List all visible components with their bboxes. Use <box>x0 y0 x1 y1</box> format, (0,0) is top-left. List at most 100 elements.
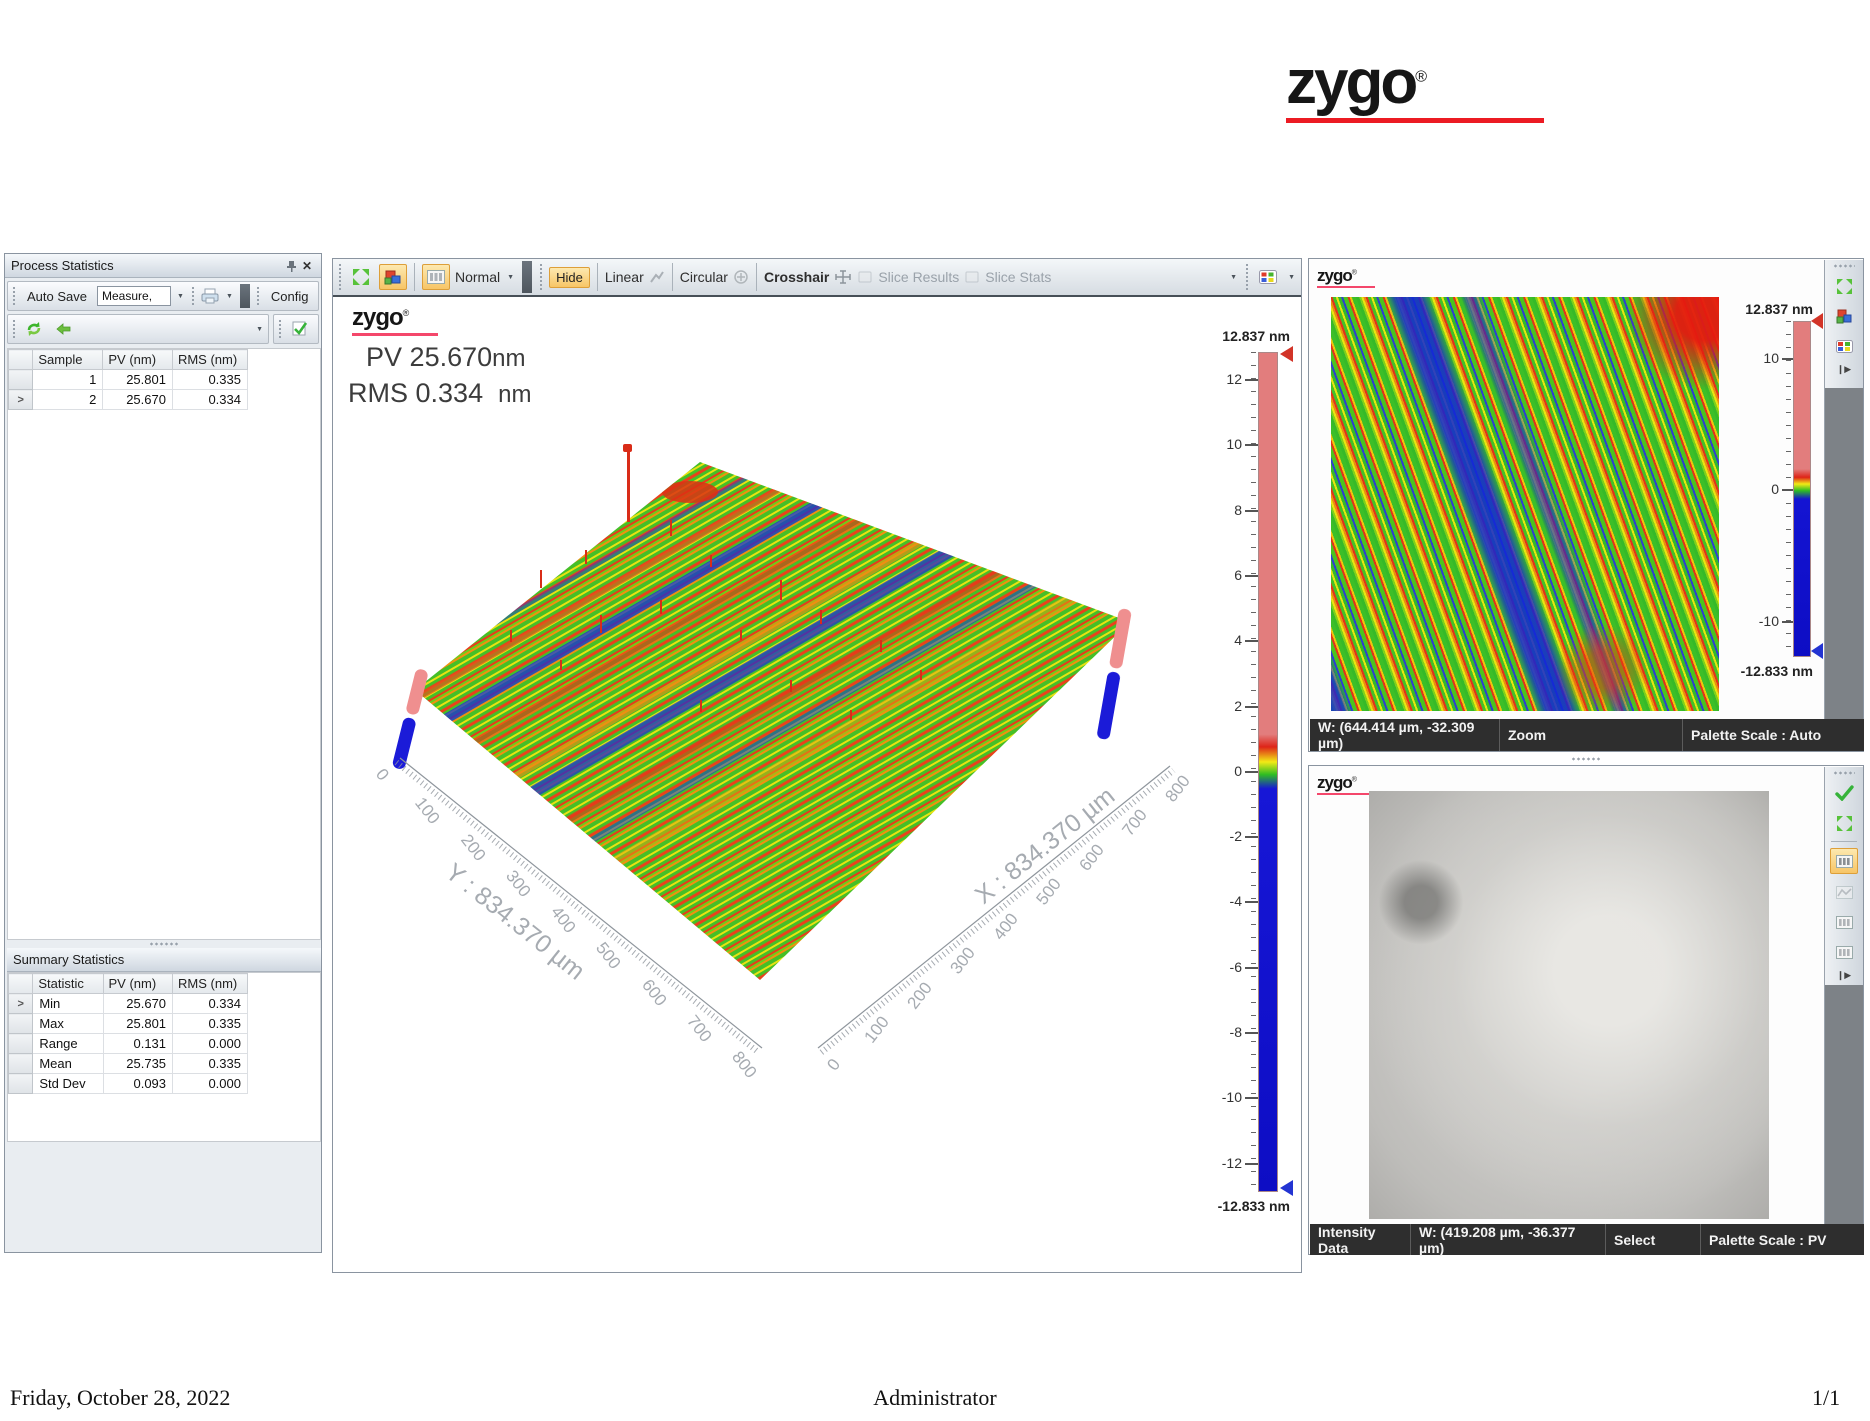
toolbar-grip[interactable] <box>278 319 282 339</box>
refresh-icon[interactable] <box>21 317 47 341</box>
mode-indicator[interactable]: Zoom <box>1500 719 1682 751</box>
solid-view-icon[interactable] <box>379 264 407 290</box>
process-statistics-titlebar[interactable]: Process Statistics ✕ <box>5 254 321 278</box>
apply-check-icon[interactable] <box>287 317 313 341</box>
table-header-row: Statistic PV (nm) RMS (nm) <box>9 974 248 994</box>
col-statistic[interactable]: Statistic <box>33 974 103 994</box>
svg-text:200: 200 <box>457 831 489 865</box>
surface-colorbar[interactable] <box>1258 352 1278 1192</box>
palette-scale-indicator[interactable]: Palette Scale : PV <box>1701 1224 1864 1255</box>
panel-title: Process Statistics <box>11 258 283 273</box>
col-sample[interactable]: Sample <box>33 350 103 370</box>
toolbar-dropdown-icon[interactable]: ▼ <box>1228 274 1239 281</box>
colorbar-max-marker[interactable] <box>1280 346 1293 362</box>
right-splitter[interactable] <box>1308 753 1864 764</box>
row-selector[interactable] <box>9 1034 33 1054</box>
plot-style-icon[interactable] <box>422 264 450 290</box>
table-row[interactable]: Max 25.801 0.335 <box>9 1014 248 1034</box>
pin-icon[interactable] <box>283 260 299 272</box>
zoom-colorbar[interactable] <box>1793 321 1811 657</box>
display-mode-icon[interactable] <box>1831 940 1857 964</box>
solid-view-icon[interactable] <box>1831 304 1857 328</box>
crosshair-icon[interactable] <box>834 269 852 285</box>
toolbar-grip[interactable] <box>539 263 543 291</box>
intensity-image[interactable] <box>1369 791 1769 1219</box>
panel-splitter[interactable] <box>7 941 321 947</box>
toolbar-grip[interactable] <box>1245 263 1249 291</box>
strip-grip[interactable] <box>1833 264 1855 268</box>
config-button[interactable]: Config <box>265 287 315 306</box>
expand-view-icon[interactable] <box>1831 811 1857 835</box>
col-pv[interactable]: PV (nm) <box>103 350 173 370</box>
table-row[interactable]: Mean 25.735 0.335 <box>9 1054 248 1074</box>
circular-slice-button[interactable]: Circular <box>680 269 728 285</box>
row-selector[interactable] <box>9 370 33 390</box>
zoom-colorbar-min-marker[interactable] <box>1811 643 1823 659</box>
table-row[interactable]: > 2 25.670 0.334 <box>9 390 248 410</box>
process-statistics-table[interactable]: Sample PV (nm) RMS (nm) 1 25.801 0.335 >… <box>8 349 248 410</box>
accept-check-icon[interactable] <box>1831 781 1857 805</box>
mode-indicator[interactable]: Select <box>1606 1224 1700 1255</box>
linear-slice-icon[interactable] <box>649 270 665 284</box>
slice-results-button[interactable]: Slice Results <box>878 269 959 285</box>
print-dropdown-icon[interactable]: ▼ <box>224 293 235 300</box>
surface-mesh[interactable] <box>415 462 1130 980</box>
hide-button[interactable]: Hide <box>549 267 590 288</box>
col-rms[interactable]: RMS (nm) <box>172 350 247 370</box>
row-selector[interactable] <box>9 1014 33 1034</box>
colorbar-min-marker[interactable] <box>1280 1180 1293 1196</box>
view-mode-dropdown-icon[interactable]: ▼ <box>505 274 516 281</box>
close-icon[interactable]: ✕ <box>299 259 315 273</box>
row-selector[interactable] <box>9 1054 33 1074</box>
summary-statistics-table[interactable]: Statistic PV (nm) RMS (nm) > Min 25.670 … <box>8 973 248 1094</box>
table-row[interactable]: Range 0.131 0.000 <box>9 1034 248 1054</box>
table-header-row: Sample PV (nm) RMS (nm) <box>9 350 248 370</box>
toolbar-grip[interactable] <box>256 286 260 306</box>
view-mode-label[interactable]: Normal <box>455 269 500 285</box>
table-row[interactable]: > Min 25.670 0.334 <box>9 994 248 1014</box>
table-row[interactable]: Std Dev 0.093 0.000 <box>9 1074 248 1094</box>
summary-statistics-titlebar[interactable]: Summary Statistics <box>7 948 321 972</box>
toolbar-grip[interactable] <box>12 319 16 339</box>
strip-grip[interactable] <box>1833 771 1855 775</box>
toolbar-separator <box>756 263 757 291</box>
expand-view-icon[interactable] <box>348 265 374 289</box>
colorbar-scale: 12 10 8 6 4 2 0 -2 -4 -6 -8 -10 -12 <box>1190 352 1258 1192</box>
panel-title: Summary Statistics <box>13 952 315 967</box>
surface-3d-plot[interactable]: 0 100 200 300 400 500 600 700 800 0 100 … <box>360 400 1230 1100</box>
crosshair-button[interactable]: Crosshair <box>764 269 829 285</box>
measure-combo[interactable]: Measure, <box>97 286 171 306</box>
table-row[interactable]: 1 25.801 0.335 <box>9 370 248 390</box>
palette-icon[interactable] <box>1255 265 1281 289</box>
col-rms[interactable]: RMS (nm) <box>173 974 248 994</box>
auto-save-button[interactable]: Auto Save <box>21 287 93 306</box>
strip-expander-icon[interactable]: ❙▶ <box>1837 364 1851 375</box>
slice-stats-button[interactable]: Slice Stats <box>985 269 1051 285</box>
toolbar-grip[interactable] <box>338 263 342 291</box>
linear-slice-button[interactable]: Linear <box>605 269 644 285</box>
slice-results-icon[interactable] <box>857 270 873 284</box>
col-pv[interactable]: PV (nm) <box>103 974 173 994</box>
slice-stats-icon[interactable] <box>964 270 980 284</box>
palette-icon[interactable] <box>1831 334 1857 358</box>
load-data-icon[interactable] <box>51 317 77 341</box>
print-icon[interactable] <box>200 288 220 304</box>
combo-dropdown-icon[interactable]: ▼ <box>175 293 186 300</box>
zoom-surface-map[interactable] <box>1331 297 1719 711</box>
circular-slice-icon[interactable] <box>733 269 749 285</box>
expand-view-icon[interactable] <box>1831 274 1857 298</box>
toolbar-grip[interactable] <box>191 286 195 306</box>
row-selector-current[interactable]: > <box>9 994 33 1014</box>
display-mode-icon[interactable] <box>1831 880 1857 904</box>
toolbar-dropdown-icon[interactable]: ▼ <box>254 326 265 333</box>
svg-text:300: 300 <box>502 867 534 901</box>
display-mode-icon[interactable] <box>1831 910 1857 934</box>
row-selector-current[interactable]: > <box>9 390 33 410</box>
toolbar-grip[interactable] <box>12 286 16 306</box>
strip-expander-icon[interactable]: ❙▶ <box>1837 970 1851 981</box>
palette-dropdown-icon[interactable]: ▼ <box>1286 274 1297 281</box>
row-selector[interactable] <box>9 1074 33 1094</box>
zoom-colorbar-max-marker[interactable] <box>1811 313 1823 329</box>
palette-scale-indicator[interactable]: Palette Scale : Auto <box>1683 719 1864 751</box>
display-mode-icon-active[interactable] <box>1830 848 1858 874</box>
